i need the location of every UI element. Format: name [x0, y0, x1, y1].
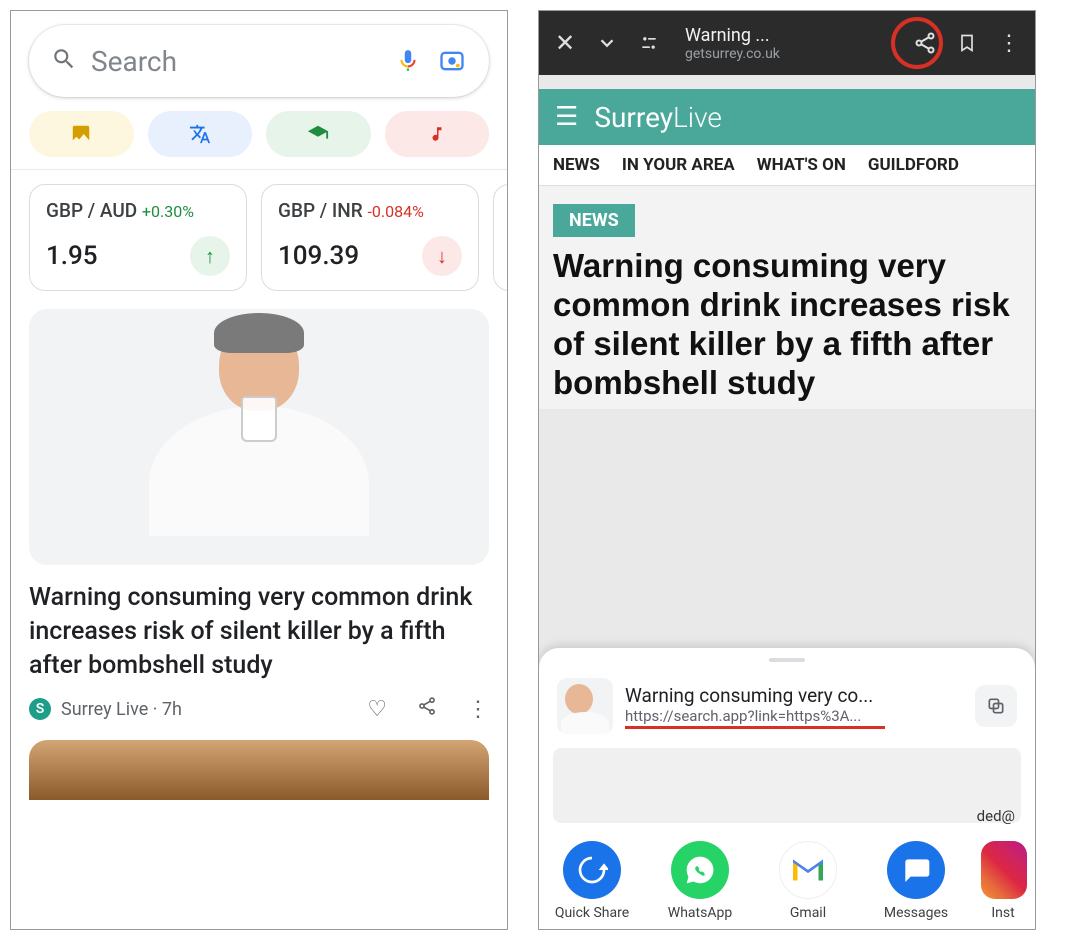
news-title: Warning consuming very common drink incr…	[29, 581, 489, 682]
fx-card-gbp-aud[interactable]: GBP / AUD +0.30% 1.95 ↑	[29, 184, 247, 291]
search-icon	[51, 46, 77, 76]
contacts-row[interactable]: ded@	[553, 748, 1021, 823]
copy-button[interactable]	[975, 685, 1017, 727]
app-messages[interactable]: Messages	[873, 841, 959, 921]
trend-down-icon: ↓	[422, 236, 462, 276]
lens-icon[interactable]	[437, 46, 467, 76]
shortcut-chips	[11, 107, 507, 169]
app-instagram[interactable]: Inst	[981, 841, 1025, 921]
page-title-block[interactable]: Warning ... getsurrey.co.uk	[685, 25, 895, 62]
like-icon[interactable]: ♡	[367, 697, 387, 722]
news-card[interactable]: Warning consuming very common drink incr…	[29, 309, 489, 722]
voice-search-icon[interactable]	[393, 46, 423, 76]
article-body: NEWS Warning consuming very common drink…	[539, 186, 1035, 409]
share-sheet: Warning consuming very co... https://sea…	[539, 648, 1035, 929]
chrome-share-screen: ✕ Warning ... getsurrey.co.uk ⋮ ☰ Surrey…	[538, 10, 1036, 930]
more-icon[interactable]: ⋮	[467, 697, 489, 722]
annotation-underline	[625, 726, 885, 729]
search-placeholder: Search	[91, 45, 379, 78]
source-favicon: S	[29, 698, 51, 720]
tab-news[interactable]: NEWS	[553, 155, 600, 175]
overflow-menu-icon[interactable]: ⋮	[997, 31, 1021, 56]
drag-handle[interactable]	[769, 658, 805, 662]
divider	[11, 169, 507, 170]
education-chip[interactable]	[266, 111, 371, 157]
app-quickshare[interactable]: Quick Share	[549, 841, 635, 921]
image-search-chip[interactable]	[29, 111, 134, 157]
app-whatsapp[interactable]: WhatsApp	[657, 841, 743, 921]
site-logo[interactable]: SurreyLive	[594, 101, 722, 134]
bookmark-icon[interactable]	[955, 32, 979, 54]
close-icon[interactable]: ✕	[553, 29, 577, 57]
tab-whatson[interactable]: WHAT'S ON	[757, 155, 846, 175]
currency-cards[interactable]: GBP / AUD +0.30% 1.95 ↑ GBP / INR -0.084…	[11, 184, 507, 291]
tab-guildford[interactable]: GUILDFORD	[868, 155, 959, 175]
news-source: Surrey Live · 7h	[61, 699, 357, 720]
google-app-screen: Search GBP / AUD +0.30% 1.95 ↑	[10, 10, 508, 930]
man-drinking-illustration	[149, 321, 369, 536]
article-headline: Warning consuming very common drink incr…	[553, 247, 1021, 403]
email-partial: ded@	[977, 807, 1015, 825]
music-chip[interactable]	[385, 111, 490, 157]
share-title: Warning consuming very co...	[625, 684, 963, 707]
chrome-toolbar: ✕ Warning ... getsurrey.co.uk ⋮	[539, 11, 1035, 75]
next-news-card[interactable]	[29, 740, 489, 800]
translate-chip[interactable]	[148, 111, 253, 157]
trend-up-icon: ↑	[190, 236, 230, 276]
search-bar[interactable]: Search	[29, 25, 489, 97]
page-settings-icon[interactable]	[637, 33, 661, 53]
share-icon[interactable]	[417, 696, 437, 722]
category-tag[interactable]: NEWS	[553, 204, 635, 237]
share-url: https://search.app?link=https%3A...	[625, 707, 963, 725]
hamburger-icon[interactable]: ☰	[555, 102, 578, 132]
fx-card-gbp-inr[interactable]: GBP / INR -0.084% 109.39 ↓	[261, 184, 479, 291]
tab-area[interactable]: IN YOUR AREA	[622, 155, 735, 175]
chevron-down-icon[interactable]	[595, 32, 619, 54]
share-thumbnail	[557, 678, 613, 734]
site-header: ☰ SurreyLive	[539, 89, 1035, 145]
share-icon[interactable]	[913, 31, 937, 55]
site-nav-tabs: NEWS IN YOUR AREA WHAT'S ON GUILDFORD	[539, 145, 1035, 186]
share-apps-row: Quick Share WhatsApp Gmail Messages Inst	[539, 823, 1035, 921]
fx-card-partial[interactable]: G 1	[493, 184, 507, 291]
news-image	[29, 309, 489, 565]
app-gmail[interactable]: Gmail	[765, 841, 851, 921]
